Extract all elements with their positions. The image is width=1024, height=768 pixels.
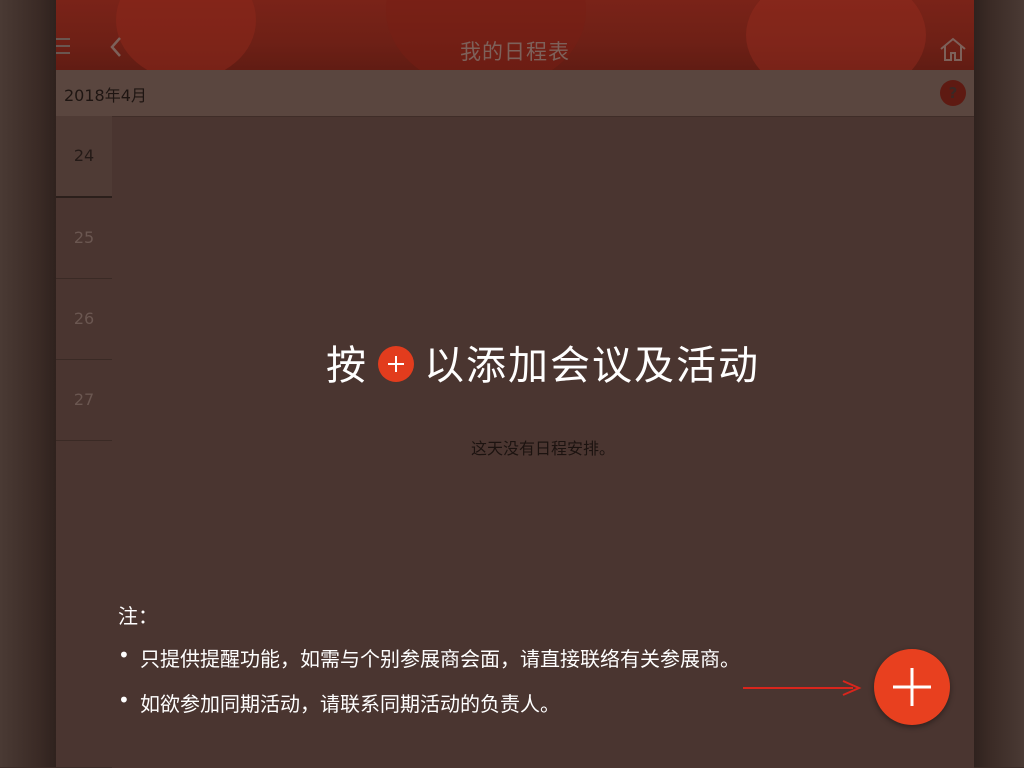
hint-suffix: 以添加会议及活动 [424, 343, 760, 389]
help-icon[interactable]: ? [940, 80, 966, 106]
page-title: 我的日程表 [460, 40, 570, 64]
day-tab-25[interactable]: 25 [56, 198, 112, 279]
month-bar: 2018年4月 ? [56, 70, 974, 116]
month-label: 2018年4月 [64, 86, 147, 105]
schedule-content: 按 以添加会议及活动 这天没有日程安排。 注： 只提供提醒功能，如需与个别参展商会… [112, 116, 974, 768]
day-tab-27[interactable]: 27 [56, 360, 112, 441]
note-item: 如欲参加同期活动，请联系同期活动的负责人。 [118, 688, 740, 717]
home-icon[interactable] [938, 36, 968, 62]
right-background [974, 0, 1024, 767]
empty-message: 这天没有日程安排。 [470, 439, 615, 458]
day-tab-24[interactable]: 24 [56, 116, 112, 198]
arrow-right-icon [743, 680, 862, 696]
hint-prefix: 按 [326, 343, 368, 389]
day-list: 24 25 26 27 [56, 116, 113, 767]
note-item: 只提供提醒功能，如需与个别参展商会面，请直接联络有关参展商。 [118, 643, 740, 672]
notes-title: 注： [118, 604, 158, 628]
left-background [0, 0, 56, 767]
header-bar: 我的日程表 [56, 0, 974, 70]
add-event-button[interactable] [874, 649, 950, 725]
notes: 注： 只提供提醒功能，如需与个别参展商会面，请直接联络有关参展商。 如欲参加同期… [118, 600, 740, 733]
schedule-app: 我的日程表 2018年4月 ? 24 25 26 27 按 以添加会议及活动 这天… [56, 0, 974, 768]
plus-icon [378, 346, 414, 382]
add-hint: 按 以添加会议及活动 [112, 333, 974, 391]
day-tab-26[interactable]: 26 [56, 279, 112, 360]
